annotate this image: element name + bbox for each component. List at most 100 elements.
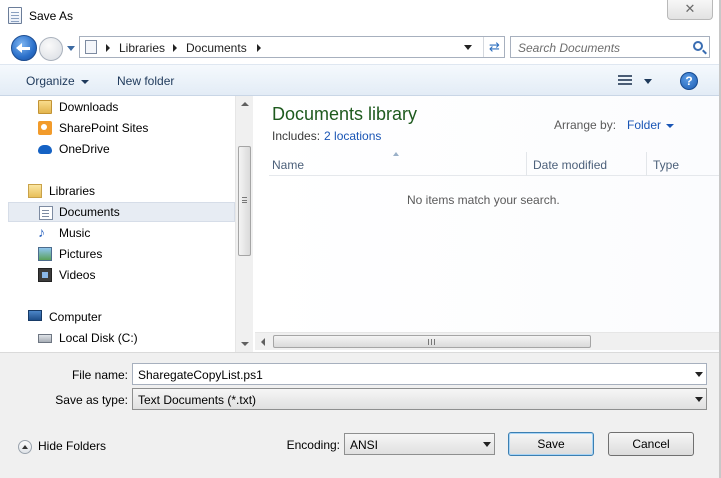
arrange-by-label: Arrange by: [554, 118, 617, 132]
pictures-icon [38, 247, 52, 261]
file-name-label: File name: [71, 368, 128, 382]
breadcrumb-documents[interactable]: Documents [186, 41, 247, 55]
nav-item-label: Downloads [59, 100, 119, 114]
close-button[interactable]: ✕ [667, 0, 713, 20]
hide-folders-button[interactable]: Hide Folders [18, 439, 106, 454]
nav-item-label: Computer [49, 310, 102, 324]
videos-icon [38, 268, 52, 282]
encoding-value: ANSI [350, 438, 379, 452]
column-header-name[interactable]: Name [272, 158, 304, 172]
address-row: Libraries Documents ⇄ Search Documents [0, 32, 721, 62]
chevron-down-icon [695, 397, 703, 402]
disk-icon [38, 334, 52, 343]
title-bar: Save As ✕ [0, 0, 721, 32]
save-as-type-label: Save as type: [55, 393, 128, 407]
address-dropdown-icon[interactable] [464, 45, 472, 50]
scroll-down-icon[interactable] [241, 342, 249, 346]
column-divider[interactable] [526, 152, 527, 176]
encoding-label: Encoding: [286, 438, 340, 452]
nav-item-label: Documents [59, 205, 120, 219]
search-icon[interactable] [693, 41, 703, 51]
onedrive-icon [38, 145, 52, 154]
nav-item-libraries[interactable]: Libraries [0, 181, 235, 201]
column-header-date-modified[interactable]: Date modified [533, 158, 607, 172]
nav-item-sharepoint-sites[interactable]: SharePoint Sites [0, 118, 235, 138]
chevron-down-icon [80, 79, 89, 84]
column-header-row: Name Date modified Type [269, 152, 721, 176]
nav-item-videos[interactable]: Videos [0, 265, 235, 285]
back-button[interactable] [11, 35, 37, 61]
scrollbar-thumb[interactable] [238, 146, 251, 256]
arrange-by-dropdown[interactable]: Folder [627, 118, 675, 132]
file-name-field[interactable]: SharegateCopyList.ps1 [132, 363, 707, 385]
collapse-icon [18, 439, 32, 454]
nav-item-pictures[interactable]: Pictures [0, 244, 235, 264]
organize-label: Organize [26, 74, 75, 88]
grip-icon [242, 197, 247, 203]
change-view-icon[interactable] [618, 75, 632, 87]
command-bar: Organize New folder ? [0, 64, 721, 96]
search-placeholder: Search Documents [518, 41, 621, 55]
help-icon[interactable]: ? [680, 72, 698, 90]
refresh-icon[interactable]: ⇄ [483, 37, 505, 57]
encoding-select[interactable]: ANSI [344, 433, 495, 455]
breadcrumb-separator-icon[interactable] [106, 44, 110, 52]
nav-item-onedrive[interactable]: OneDrive [0, 139, 235, 159]
nav-item-label: Music [59, 226, 91, 240]
library-title: Documents library [272, 104, 418, 124]
save-as-type-value: Text Documents (*.txt) [138, 393, 257, 407]
nav-item-label: Libraries [49, 184, 96, 198]
includes-label: Includes: [272, 129, 321, 143]
locations-link[interactable]: 2 locations [324, 129, 381, 143]
save-as-type-select[interactable]: Text Documents (*.txt) [132, 388, 707, 410]
scroll-up-icon[interactable] [241, 102, 249, 106]
breadcrumb-libraries[interactable]: Libraries [119, 41, 165, 55]
chevron-down-icon[interactable] [695, 372, 703, 377]
column-header-type[interactable]: Type [653, 158, 679, 172]
nav-item-local-disk[interactable]: Local Disk (C:) [0, 328, 235, 348]
window-title: Save As [29, 9, 74, 23]
arrange-by-value: Folder [627, 118, 662, 132]
navigation-pane: Downloads SharePoint Sites OneDrive Libr… [0, 96, 253, 352]
nav-item-computer[interactable]: Computer [0, 307, 235, 327]
search-input[interactable]: Search Documents [510, 36, 710, 58]
sharepoint-icon [38, 121, 52, 135]
computer-icon [28, 310, 42, 321]
organize-button[interactable]: Organize [26, 74, 89, 88]
includes-line: Includes: 2 locations [272, 129, 381, 143]
nav-item-label: Videos [59, 268, 96, 282]
breadcrumb-separator-icon[interactable] [173, 44, 177, 52]
scroll-left-icon[interactable] [261, 338, 265, 346]
chevron-down-icon [666, 123, 675, 128]
cancel-button[interactable]: Cancel [608, 432, 694, 456]
libraries-icon [28, 184, 42, 198]
save-options-panel: File name: SharegateCopyList.ps1 Save as… [0, 352, 721, 478]
file-name-value: SharegateCopyList.ps1 [138, 368, 263, 382]
column-divider[interactable] [646, 152, 647, 176]
forward-button[interactable] [39, 37, 63, 61]
downloads-icon [38, 100, 52, 114]
documents-icon [39, 206, 53, 220]
grip-icon [428, 339, 435, 345]
file-list-pane: Documents library Includes: 2 locations A… [255, 96, 721, 352]
library-icon [85, 40, 97, 54]
scrollbar-thumb[interactable] [273, 335, 591, 348]
address-bar[interactable]: Libraries Documents ⇄ [79, 36, 505, 58]
nav-item-downloads[interactable]: Downloads [0, 97, 235, 117]
save-button[interactable]: Save [508, 432, 594, 456]
music-icon: ♪ [38, 224, 45, 240]
breadcrumb-separator-icon[interactable] [257, 44, 261, 52]
nav-item-label: Local Disk (C:) [59, 331, 138, 345]
chevron-down-icon [483, 442, 491, 447]
nav-item-music[interactable]: ♪ Music [0, 223, 235, 243]
navigation-scrollbar[interactable] [235, 96, 253, 352]
new-folder-button[interactable]: New folder [117, 74, 174, 88]
empty-message: No items match your search. [407, 193, 560, 207]
view-options-dropdown-icon[interactable] [644, 79, 652, 84]
nav-item-documents[interactable]: Documents [8, 202, 235, 222]
horizontal-scrollbar[interactable] [255, 332, 721, 350]
nav-item-label: OneDrive [59, 142, 110, 156]
nav-item-label: Pictures [59, 247, 103, 261]
sort-indicator-icon [393, 152, 399, 156]
recent-pages-dropdown-icon[interactable] [67, 46, 75, 51]
